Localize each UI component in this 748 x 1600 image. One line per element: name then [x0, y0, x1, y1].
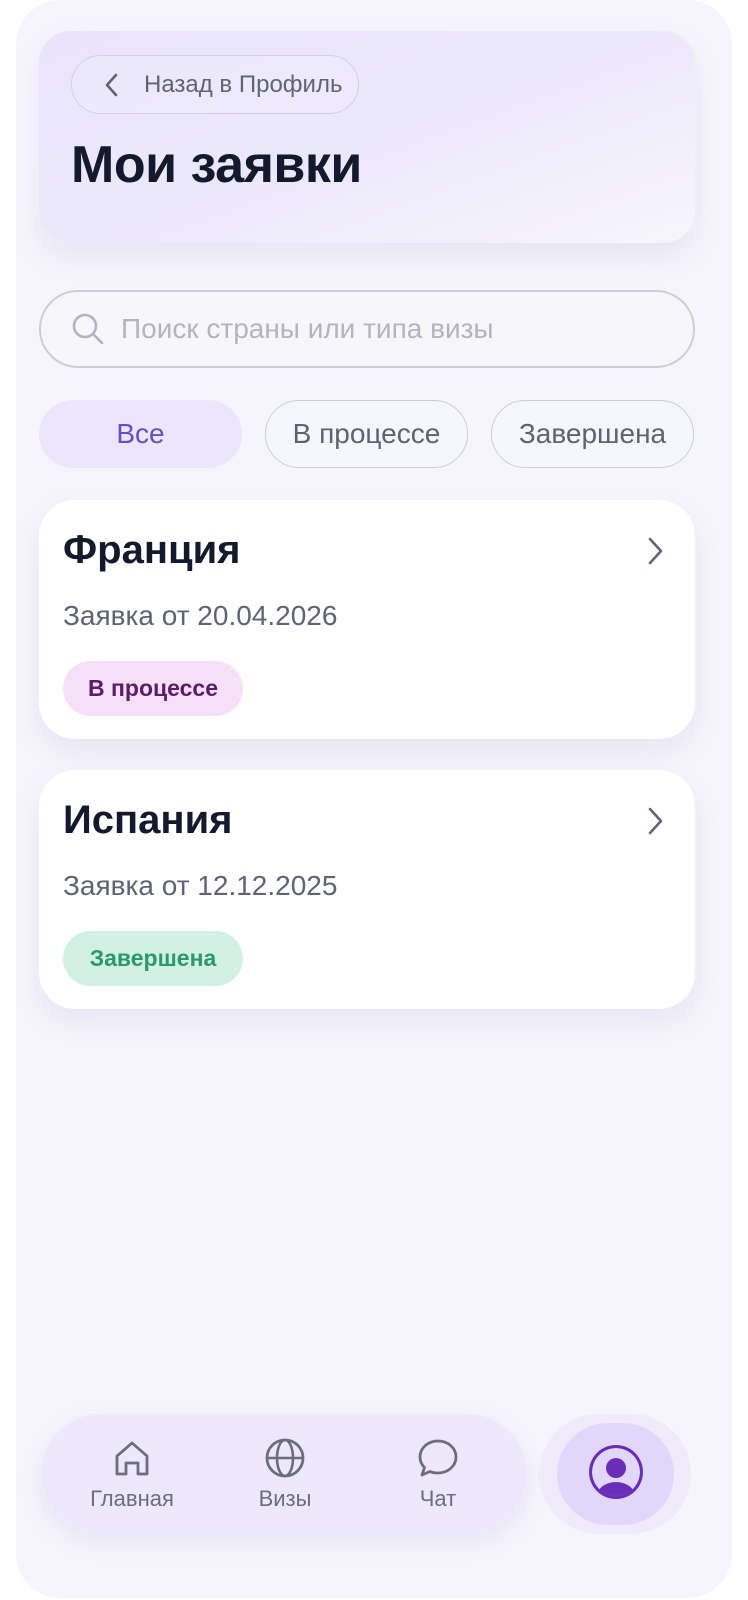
chevron-left-icon [102, 73, 122, 97]
filter-chip-all[interactable]: Все [39, 400, 242, 468]
back-to-profile-button[interactable]: Назад в Профиль [71, 55, 359, 114]
nav-item-label: Визы [258, 1486, 312, 1511]
application-card-spain[interactable]: Испания Заявка от 12.12.2025 Завершена [39, 770, 695, 1009]
nav-item-chat[interactable]: Чат [378, 1414, 498, 1534]
status-badge: Завершена [63, 931, 243, 986]
application-date: Заявка от 12.12.2025 [63, 870, 338, 901]
profile-nav-active [557, 1423, 674, 1525]
application-country: Испания [63, 798, 233, 842]
status-badge: В процессе [63, 661, 243, 716]
nav-item-label: Главная [90, 1486, 174, 1511]
nav-item-visas[interactable]: Визы [225, 1414, 345, 1534]
filter-chip-in-progress[interactable]: В процессе [265, 400, 468, 468]
nav-item-label: Чат [419, 1486, 457, 1511]
globe-icon [263, 1436, 307, 1480]
page-title: Мои заявки [71, 136, 362, 194]
filter-chip-completed[interactable]: Завершена [491, 400, 694, 468]
search-input[interactable] [121, 313, 693, 345]
search-icon [71, 312, 105, 346]
search-field[interactable] [39, 290, 695, 368]
home-icon [110, 1436, 154, 1480]
chat-icon [416, 1436, 460, 1480]
application-country: Франция [63, 528, 241, 572]
nav-item-home[interactable]: Главная [72, 1414, 192, 1534]
header: Назад в Профиль Мои заявки [39, 31, 695, 243]
user-avatar-icon [586, 1442, 646, 1507]
bottom-nav: Главная Визы Чат [41, 1414, 527, 1534]
chevron-right-icon [645, 806, 665, 836]
back-button-label: Назад в Профиль [144, 70, 343, 98]
application-date: Заявка от 20.04.2026 [63, 600, 338, 631]
chevron-right-icon [645, 536, 665, 566]
profile-nav-button[interactable] [539, 1414, 691, 1534]
application-card-france[interactable]: Франция Заявка от 20.04.2026 В процессе [39, 500, 695, 739]
app-screen: Назад в Профиль Мои заявки Все В процесс… [16, 0, 732, 1598]
